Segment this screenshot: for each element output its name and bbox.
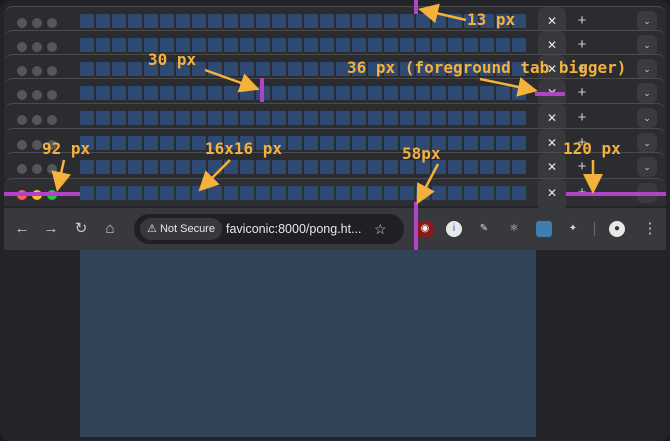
annotation-58px: 58px [402, 144, 441, 163]
annotation-13px: 13 px [467, 10, 516, 29]
browser-screenshot: ✕+⌄✕+⌄✕+⌄✕+⌄✕+⌄✕+⌄✕+⌄✕+⌄ ← → ↻ ⌂ ⚠ Not S… [0, 0, 670, 441]
annotation-36px: 36 px (foreground tab bigger) [347, 58, 627, 77]
annotation-92px: 92 px [42, 139, 91, 158]
annotation-120px: 120 px [563, 139, 621, 158]
annotation-30px: 30 px [148, 50, 197, 69]
annotation-16x16: 16x16 px [205, 139, 283, 158]
